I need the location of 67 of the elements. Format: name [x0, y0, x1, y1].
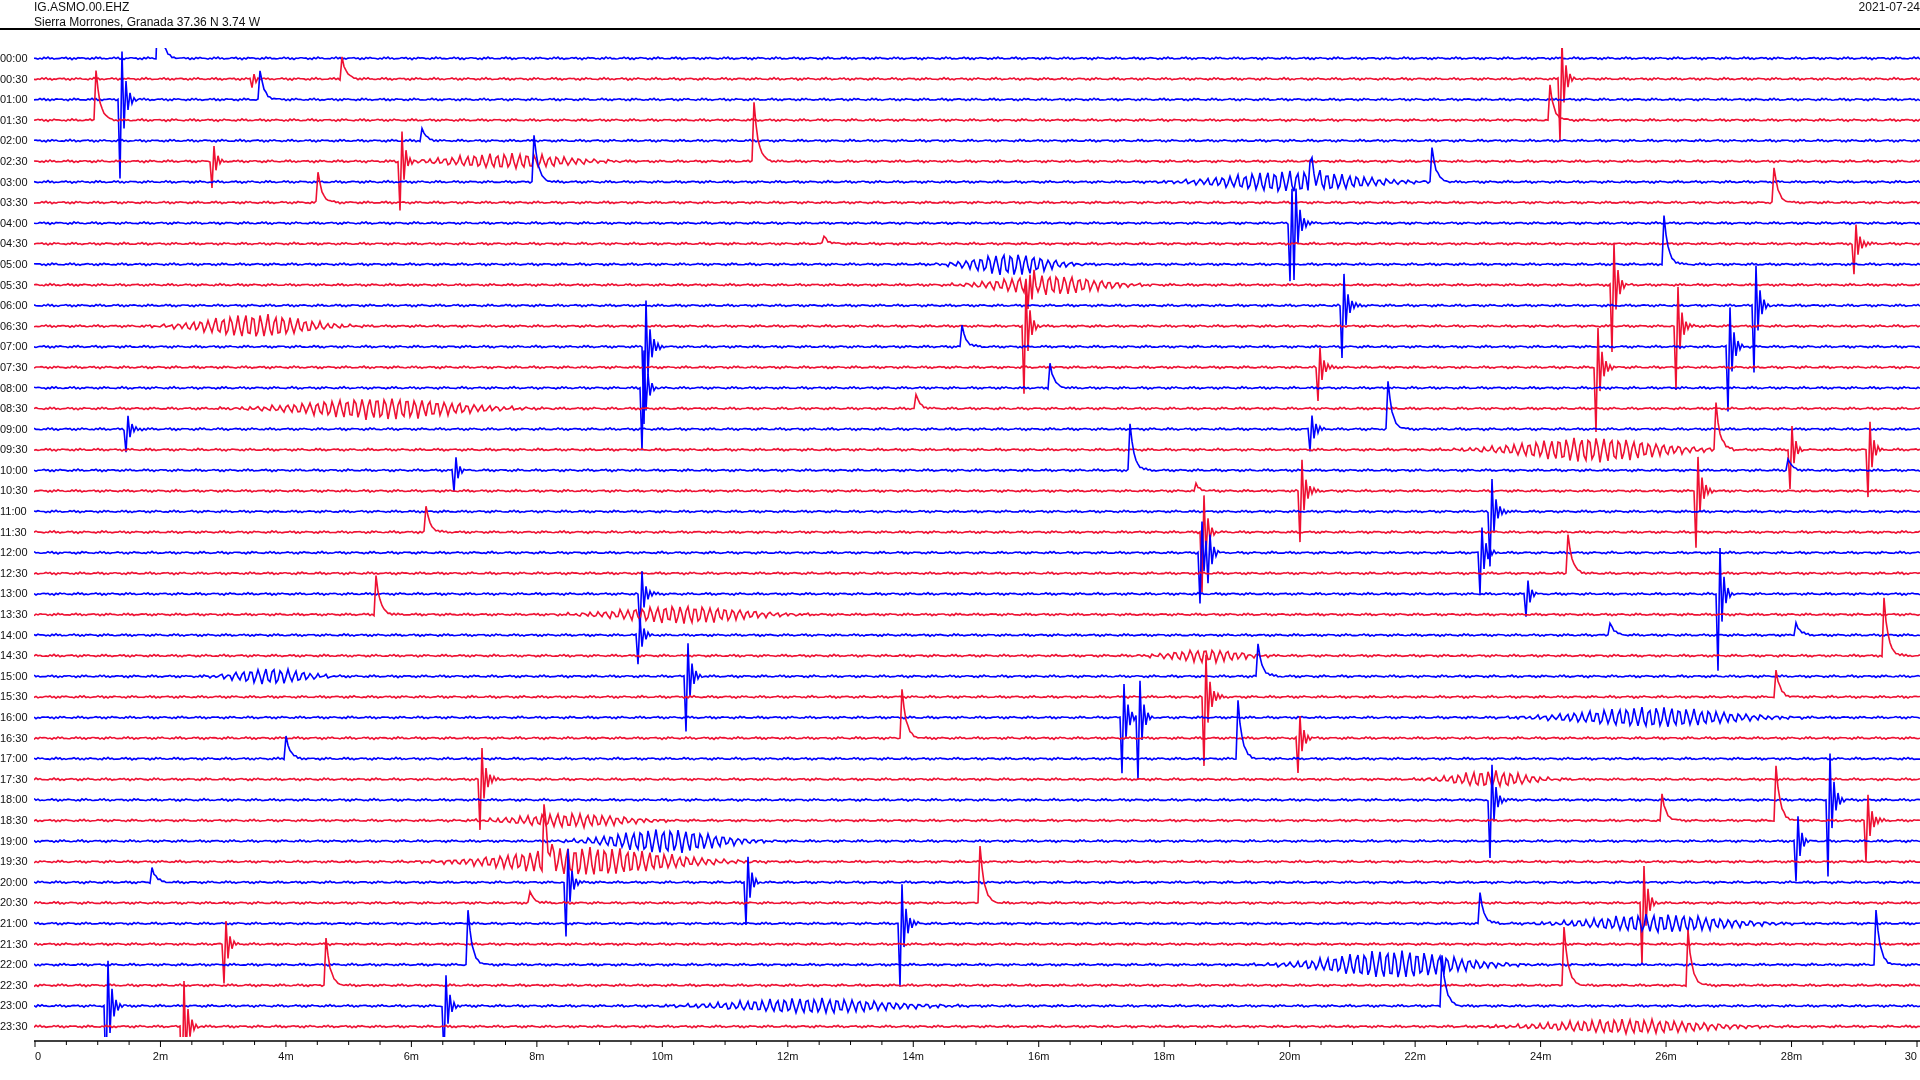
hour-label: 09:00	[0, 421, 29, 437]
hour-label: 16:30	[0, 730, 29, 746]
hour-label: 22:00	[0, 957, 29, 973]
axis-label: 8m	[529, 1049, 545, 1062]
hour-label: 15:30	[0, 689, 29, 705]
hour-label: 12:30	[0, 565, 29, 581]
hour-label: 03:00	[0, 174, 29, 190]
hour-label: 14:30	[0, 648, 29, 664]
hour-label: 01:00	[0, 92, 29, 108]
hour-label: 19:30	[0, 854, 29, 870]
axis-label: 12m	[777, 1049, 799, 1062]
axis-label: 28m	[1780, 1049, 1803, 1062]
hour-label: 16:00	[0, 710, 29, 725]
hour-label: 11:00	[0, 504, 28, 520]
hour-label: 08:30	[0, 401, 29, 417]
axis-label: 26m	[1655, 1049, 1677, 1062]
axis-label: 4m	[278, 1049, 294, 1062]
hour-label: 11:30	[0, 524, 28, 540]
hour-label: 05:30	[0, 277, 29, 293]
axis-label: 30	[1904, 1049, 1917, 1062]
hour-label: 06:30	[0, 318, 29, 334]
axis-label: 20m	[1278, 1049, 1301, 1062]
axis-label: 14m	[902, 1049, 924, 1062]
hour-label: 20:00	[0, 874, 29, 890]
hour-label: 18:30	[0, 812, 29, 828]
hour-label: 08:00	[0, 380, 29, 396]
hour-label: 07:00	[0, 339, 29, 355]
axis-label: 6m	[403, 1049, 420, 1062]
hour-label: 19:00	[0, 833, 29, 849]
axis-label: 22m	[1404, 1049, 1426, 1062]
hour-label: 23:00	[0, 998, 29, 1014]
axis-label: 10m	[651, 1049, 674, 1062]
hour-label: 13:30	[0, 607, 29, 623]
axis-label: 2m	[152, 1049, 169, 1062]
hour-label: 00:30	[0, 71, 29, 87]
hour-label: 20:30	[0, 895, 29, 911]
station-location: Sierra Morrones, Granada 37.36 N 3.74 W	[34, 15, 261, 30]
hour-label: 00:00	[0, 51, 29, 66]
axis-label: 24m	[1529, 1049, 1552, 1062]
hour-label: 13:00	[0, 586, 29, 602]
hour-label: 15:00	[0, 668, 29, 684]
hour-label: 23:30	[0, 1018, 29, 1034]
hour-label: 04:30	[0, 236, 29, 252]
hour-label: 07:30	[0, 359, 29, 375]
hour-label: 02:30	[0, 153, 29, 169]
hour-label: 10:00	[0, 462, 29, 478]
hour-label: 17:30	[0, 771, 29, 787]
hour-label: 02:00	[0, 133, 29, 149]
hour-label: 06:00	[0, 298, 29, 314]
axis-label: 16m	[1028, 1049, 1050, 1062]
hour-label: 18:00	[0, 792, 29, 808]
hour-label: 21:30	[0, 936, 29, 952]
hour-label: 21:00	[0, 915, 29, 931]
hour-label: 03:30	[0, 195, 29, 211]
axis-label: 18m	[1153, 1049, 1175, 1062]
date-label: 2021-07-24	[1858, 0, 1920, 16]
hour-label: 22:30	[0, 977, 29, 993]
hour-label: 05:00	[0, 256, 29, 272]
hour-label: 09:30	[0, 442, 29, 458]
hour-label: 04:00	[0, 215, 29, 231]
hour-label: 01:30	[0, 112, 29, 128]
hour-label: 17:00	[0, 751, 29, 767]
axis-label: 0	[35, 1049, 42, 1062]
hour-label: 10:30	[0, 483, 29, 499]
hour-label: 12:00	[0, 545, 29, 561]
hour-label: 14:00	[0, 627, 29, 643]
station-code: IG.ASMO.00.EHZ	[34, 0, 131, 15]
